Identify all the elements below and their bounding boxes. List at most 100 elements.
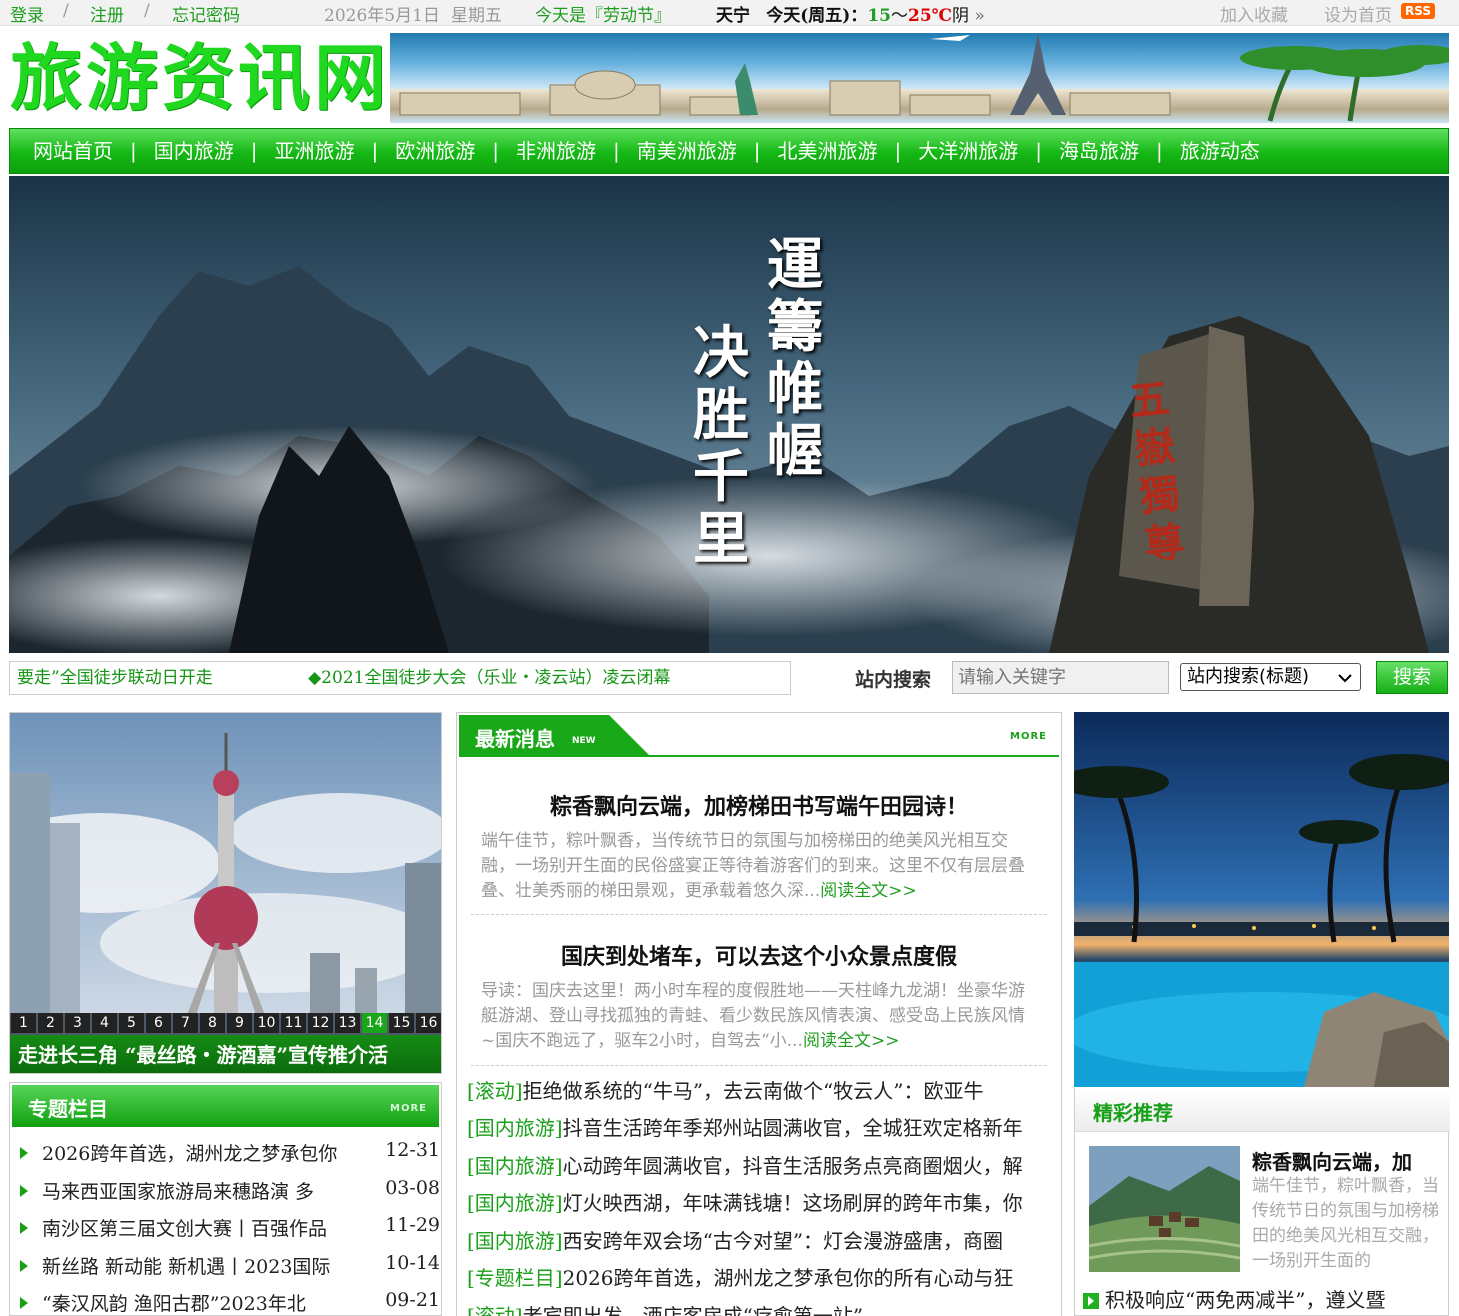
news-item[interactable]: [滚动]拒绝做系统的“牛马”，去云南做个“牧云人”：欧亚牛 <box>467 1075 1057 1105</box>
forgot-password-link[interactable]: 忘记密码 <box>172 1 240 26</box>
nav-separator: | <box>1035 139 1042 163</box>
login-link[interactable]: 登录 <box>10 1 44 26</box>
nav-south-america[interactable]: 南美洲旅游 <box>626 128 748 174</box>
set-homepage-link[interactable]: 设为首页 <box>1324 1 1392 26</box>
read-more-link[interactable]: 阅读全文>> <box>820 881 917 901</box>
topic-item[interactable]: “秦汉风韵 渔阳古郡”2023年北 09-21 <box>20 1289 440 1316</box>
slide-number-button[interactable]: 5 <box>119 1013 144 1033</box>
nav-domestic[interactable]: 国内旅游 <box>143 128 245 174</box>
news-ticker[interactable]: 要走”全国徒步联动日开走 ◆2021全国徒步大会（乐业・凌云站）凌云闭幕 <box>9 661 791 695</box>
news-title[interactable]: 心动跨年圆满收官，抖音生活服务点亮商圈烟火，解 <box>563 1154 1023 1178</box>
featured-resort-image[interactable] <box>1074 712 1449 1087</box>
news-category[interactable]: [专题栏目] <box>467 1266 563 1290</box>
divider: / <box>63 1 69 21</box>
weather-condition: 阴 <box>952 6 970 26</box>
news-title[interactable]: 2026跨年首选，湖州龙之梦承包你的所有心动与狂 <box>563 1266 1014 1290</box>
recommend-thumbnail[interactable] <box>1089 1146 1240 1272</box>
article-headline[interactable]: 国庆到处堵车，可以去这个小众景点度假 <box>471 939 1047 971</box>
news-title[interactable]: 抖音生活跨年季郑州站圆满收官，全城狂欢定格新年 <box>563 1116 1023 1140</box>
top-bar: 登录 / 注册 / 忘记密码 2026年5月1日 星期五 今天是『劳动节』 天宁… <box>0 0 1459 26</box>
slide-number-button[interactable]: 9 <box>227 1013 252 1033</box>
recommend-item-title[interactable]: 粽香飘向云端，加 <box>1252 1146 1442 1175</box>
topic-item[interactable]: 南沙区第三届文创大赛丨百强作品 11-29 <box>20 1214 440 1244</box>
chevron-down-icon <box>1338 674 1352 683</box>
news-item[interactable]: [国内旅游]抖音生活跨年季郑州站圆满收官，全城狂欢定格新年 <box>467 1112 1057 1142</box>
topic-item[interactable]: 马来西亚国家旅游局来穗路演 多 03-08 <box>20 1177 440 1207</box>
topic-date: 11-29 <box>385 1214 440 1236</box>
nav-asia[interactable]: 亚洲旅游 <box>264 128 366 174</box>
slide-number-button[interactable]: 3 <box>65 1013 90 1033</box>
slide-number-button[interactable]: 7 <box>173 1013 198 1033</box>
news-item[interactable]: [国内旅游]灯火映西湖，年味满钱塘！这场刷屏的跨年市集，你 <box>467 1187 1057 1217</box>
topics-title: 专题栏目 <box>28 1097 108 1121</box>
nav-oceania[interactable]: 大洋洲旅游 <box>907 128 1029 174</box>
recommend-list-item[interactable]: 积极响应“两免两减半”，遵义暨 <box>1083 1284 1443 1313</box>
nav-island[interactable]: 海岛旅游 <box>1048 128 1150 174</box>
slide-number-button[interactable]: 10 <box>254 1013 279 1033</box>
add-favorite-link[interactable]: 加入收藏 <box>1220 1 1288 26</box>
hero-banner[interactable]: 運籌帷幄 决胜千里 五嶽獨尊 <box>9 176 1449 653</box>
weather-widget[interactable]: 天宁 今天(周五)：15～25℃阴 » <box>716 1 985 26</box>
news-item[interactable]: [滚动]老宾即出发，酒店客房成“疗愈第一站” <box>467 1300 1057 1316</box>
topic-item[interactable]: 2026跨年首选，湖州龙之梦承包你 12-31 <box>20 1139 440 1169</box>
news-item[interactable]: [国内旅游]心动跨年圆满收官，抖音生活服务点亮商圈烟火，解 <box>467 1150 1057 1180</box>
article-headline[interactable]: 粽香飘向云端，加榜梯田书写端午田园诗！ <box>471 789 1047 821</box>
slide-number-button[interactable]: 11 <box>281 1013 306 1033</box>
slideshow[interactable]: 1 2 3 4 5 6 7 8 9 10 11 12 13 14 15 16 走进长三角 “最丝路・游酒嘉”宣… <box>9 712 442 1074</box>
slide-number-button[interactable]: 1 <box>11 1013 36 1033</box>
news-category[interactable]: [国内旅游] <box>467 1154 563 1178</box>
site-logo[interactable]: 旅游资讯网 <box>10 34 390 122</box>
news-item[interactable]: [国内旅游]西安跨年双会场“古今对望”：灯会漫游盛唐，商圈 <box>467 1225 1057 1255</box>
topics-more-link[interactable]: MORE <box>390 1103 427 1114</box>
slide-number-button[interactable]: 2 <box>38 1013 63 1033</box>
news-title[interactable]: 拒绝做系统的“牛马”，去云南做个“牧云人”：欧亚牛 <box>523 1079 984 1103</box>
recommend-list-title[interactable]: 积极响应“两免两减半”，遵义暨 <box>1105 1288 1385 1312</box>
topic-title[interactable]: 新丝路 新动能 新机遇丨2023国际 <box>42 1252 372 1279</box>
recommend-title: 精彩推荐 <box>1093 1101 1173 1125</box>
latest-more-link[interactable]: MORE <box>1010 731 1047 742</box>
search-scope-select[interactable]: 站内搜索(标题) <box>1180 663 1361 691</box>
slide-number-button[interactable]: 4 <box>92 1013 117 1033</box>
search-input[interactable] <box>952 661 1169 694</box>
topic-item[interactable]: 新丝路 新动能 新机遇丨2023国际 10-14 <box>20 1252 440 1282</box>
register-link[interactable]: 注册 <box>90 1 124 26</box>
nav-africa[interactable]: 非洲旅游 <box>505 128 607 174</box>
temp-high: 25℃ <box>907 6 953 26</box>
slide-number-button[interactable]: 8 <box>200 1013 225 1033</box>
search-button[interactable]: 搜索 <box>1376 661 1448 694</box>
topic-date: 10-14 <box>385 1252 440 1274</box>
ticker-item[interactable]: 要走”全国徒步联动日开走 <box>17 668 213 688</box>
news-category[interactable]: [国内旅游] <box>467 1191 563 1215</box>
nav-north-america[interactable]: 北美洲旅游 <box>767 128 889 174</box>
topic-date: 03-08 <box>385 1177 440 1199</box>
news-title[interactable]: 西安跨年双会场“古今对望”：灯会漫游盛唐，商圈 <box>563 1229 1003 1253</box>
slide-caption[interactable]: 走进长三角 “最丝路・游酒嘉”宣传推介活 <box>10 1035 441 1073</box>
news-category[interactable]: [国内旅游] <box>467 1116 563 1140</box>
read-more-link[interactable]: 阅读全文>> <box>803 1031 900 1051</box>
news-title[interactable]: 灯火映西湖，年味满钱塘！这场刷屏的跨年市集，你 <box>563 1191 1023 1215</box>
news-category[interactable]: [国内旅游] <box>467 1229 563 1253</box>
topic-title[interactable]: 南沙区第三届文创大赛丨百强作品 <box>42 1214 372 1241</box>
arrow-right-icon <box>20 1260 28 1272</box>
slide-number-button[interactable]: 14 <box>362 1013 387 1033</box>
slide-number-button[interactable]: 15 <box>389 1013 414 1033</box>
ticker-item[interactable]: ◆2021全国徒步大会（乐业・凌云站）凌云闭幕 <box>308 668 670 688</box>
news-item[interactable]: [专题栏目]2026跨年首选，湖州龙之梦承包你的所有心动与狂 <box>467 1262 1057 1292</box>
nav-travel-news[interactable]: 旅游动态 <box>1169 128 1271 174</box>
news-category[interactable]: [滚动] <box>467 1304 523 1316</box>
hero-calligraphy-right: 運籌帷幄 <box>767 232 823 484</box>
news-category[interactable]: [滚动] <box>467 1079 523 1103</box>
nav-home[interactable]: 网站首页 <box>22 128 124 174</box>
slide-number-button[interactable]: 12 <box>308 1013 333 1033</box>
topic-title[interactable]: 2026跨年首选，湖州龙之梦承包你 <box>42 1139 372 1166</box>
news-title[interactable]: 老宾即出发，酒店客房成“疗愈第一站” <box>523 1304 863 1316</box>
rss-button[interactable]: RSS <box>1401 0 1435 20</box>
slide-number-button[interactable]: 13 <box>335 1013 360 1033</box>
slide-number-button[interactable]: 16 <box>416 1013 441 1033</box>
topic-title[interactable]: “秦汉风韵 渔阳古郡”2023年北 <box>42 1289 372 1316</box>
slide-number-button[interactable]: 6 <box>146 1013 171 1033</box>
topic-title[interactable]: 马来西亚国家旅游局来穗路演 多 <box>42 1177 372 1204</box>
divider <box>471 1065 1047 1066</box>
nav-europe[interactable]: 欧洲旅游 <box>384 128 486 174</box>
featured-article: 粽香飘向云端，加榜梯田书写端午田园诗！ 端午佳节，粽叶飘香，当传统节日的氛围与加… <box>471 789 1047 904</box>
